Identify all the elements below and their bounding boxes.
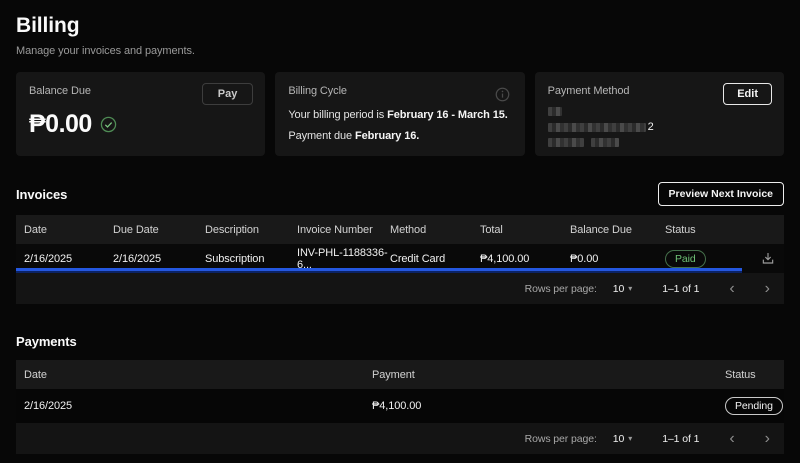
- col-balance-due: Balance Due: [570, 224, 665, 236]
- col-payment: Payment: [372, 369, 725, 381]
- card-last-digit: 2: [648, 121, 654, 133]
- billing-period-text: Your billing period is February 16 - Mar…: [288, 109, 511, 121]
- payments-table-header: Date Payment Status: [16, 360, 784, 389]
- edit-payment-method-button[interactable]: Edit: [723, 83, 772, 105]
- invoice-method: Credit Card: [390, 253, 480, 265]
- chevron-down-icon: ▾: [628, 434, 632, 443]
- payment-date: 2/16/2025: [24, 400, 372, 412]
- next-page-button[interactable]: ›: [765, 281, 770, 297]
- payments-pagination: Rows per page: 10 ▾ 1–1 of 1 ‹ ›: [16, 423, 784, 454]
- page-range-label: 1–1 of 1: [662, 283, 699, 295]
- invoices-pagination: Rows per page: 10 ▾ 1–1 of 1 ‹ ›: [16, 273, 784, 304]
- invoices-heading: Invoices: [16, 187, 67, 202]
- col-status: Status: [725, 369, 776, 381]
- pay-button[interactable]: Pay: [202, 83, 254, 105]
- invoice-number: INV-PHL-1188336-6...: [297, 247, 390, 271]
- paid-status-badge: Paid: [665, 250, 706, 268]
- chevron-down-icon: ▾: [628, 284, 632, 293]
- info-icon[interactable]: [495, 87, 510, 102]
- billing-cycle-card: Billing Cycle Your billing period is Feb…: [275, 72, 524, 156]
- invoices-table: Date Due Date Description Invoice Number…: [16, 215, 784, 304]
- col-invoice-number: Invoice Number: [297, 224, 390, 236]
- page-title: Billing: [16, 14, 784, 38]
- billing-page: Billing Manage your invoices and payment…: [0, 0, 800, 454]
- col-description: Description: [205, 224, 297, 236]
- col-due-date: Due Date: [113, 224, 205, 236]
- rows-per-page-label: Rows per page:: [525, 283, 597, 295]
- payment-row[interactable]: 2/16/2025 ₱4,100.00 Pending: [16, 389, 784, 423]
- col-date: Date: [24, 369, 372, 381]
- invoice-due-date: 2/16/2025: [113, 253, 205, 265]
- download-invoice-icon[interactable]: [760, 251, 776, 267]
- payment-due-text: Payment due February 16.: [288, 130, 511, 142]
- invoices-table-header: Date Due Date Description Invoice Number…: [16, 215, 784, 244]
- rows-per-page-select[interactable]: 10 ▾: [613, 283, 632, 295]
- invoice-total: ₱4,100.00: [480, 253, 570, 265]
- payments-section: Payments Date Payment Status 2/16/2025 ₱…: [16, 334, 784, 454]
- invoices-section-header: Invoices Preview Next Invoice: [16, 182, 784, 206]
- col-method: Method: [390, 224, 480, 236]
- payment-amount: ₱4,100.00: [372, 400, 725, 412]
- redacted-card-details: 2: [548, 107, 771, 147]
- billing-cycle-label: Billing Cycle: [288, 85, 511, 97]
- payment-method-card: Payment Method Edit 2: [535, 72, 784, 156]
- page-subtitle: Manage your invoices and payments.: [16, 45, 784, 57]
- previous-page-button[interactable]: ‹: [729, 281, 734, 297]
- invoice-row[interactable]: 2/16/2025 2/16/2025 Subscription INV-PHL…: [16, 244, 784, 273]
- invoice-description: Subscription: [205, 253, 297, 265]
- payments-heading: Payments: [16, 334, 784, 349]
- invoice-balance-due: ₱0.00: [570, 253, 665, 265]
- invoice-date: 2/16/2025: [24, 253, 113, 265]
- check-circle-icon: [100, 116, 117, 133]
- rows-per-page-label: Rows per page:: [525, 433, 597, 445]
- summary-cards: Balance Due Pay ₱0.00 Billing Cycle: [16, 72, 784, 156]
- preview-next-invoice-button[interactable]: Preview Next Invoice: [658, 182, 784, 206]
- previous-page-button[interactable]: ‹: [729, 431, 734, 447]
- balance-due-card: Balance Due Pay ₱0.00: [16, 72, 265, 156]
- pending-status-badge: Pending: [725, 397, 783, 415]
- next-page-button[interactable]: ›: [765, 431, 770, 447]
- rows-per-page-select[interactable]: 10 ▾: [613, 433, 632, 445]
- page-range-label: 1–1 of 1: [662, 433, 699, 445]
- horizontal-scrollbar-thumb[interactable]: [16, 268, 742, 273]
- balance-due-amount: ₱0.00: [29, 110, 92, 139]
- payments-table: Date Payment Status 2/16/2025 ₱4,100.00 …: [16, 360, 784, 454]
- col-status: Status: [665, 224, 755, 236]
- col-total: Total: [480, 224, 570, 236]
- col-date: Date: [24, 224, 113, 236]
